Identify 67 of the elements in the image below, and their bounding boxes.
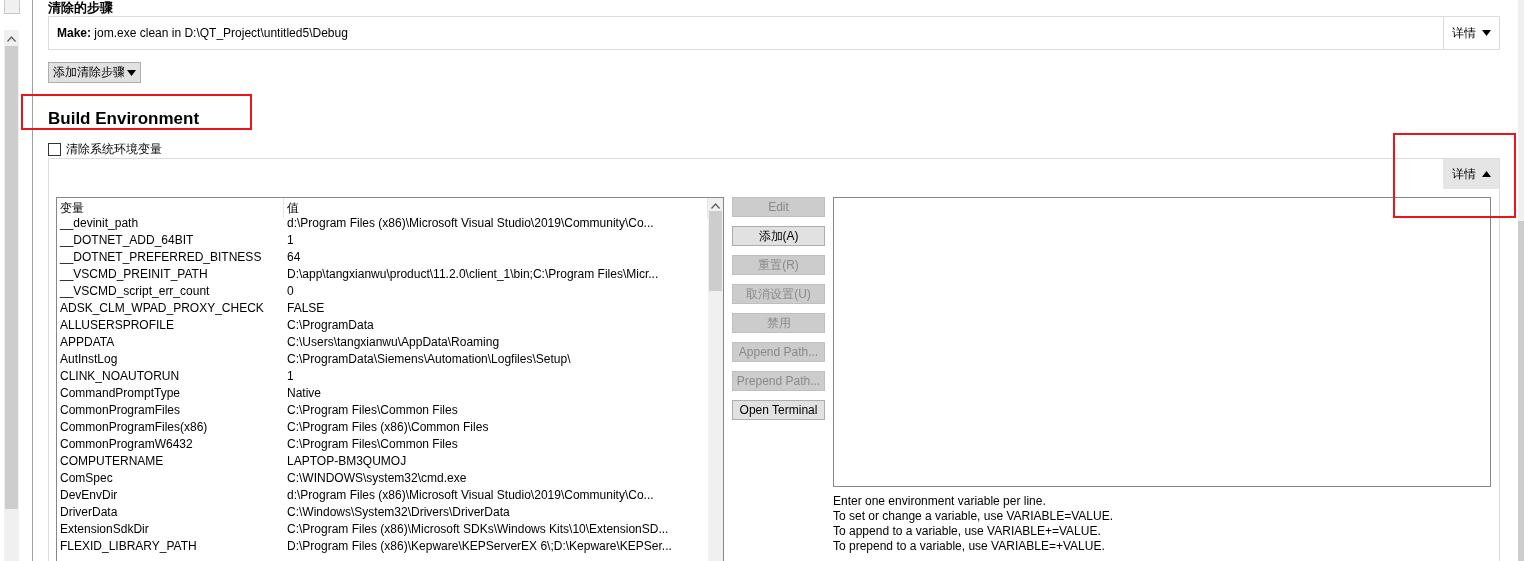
table-cell-text: __devinit_path [59, 215, 140, 232]
column-header[interactable]: 变量 [57, 198, 284, 218]
add-clean-step-button[interactable]: 添加清除步骤 [48, 62, 141, 83]
table-cell-text: CommonProgramFiles(x86) [59, 419, 209, 436]
table-cell-text: __DOTNET_ADD_64BIT [59, 232, 195, 249]
table-cell-text: C:\Program Files\Common Files [286, 402, 459, 419]
table-cell-text: AutInstLog [59, 351, 119, 368]
table-cell-text: C:\Windows\System32\Drivers\DriverData [286, 504, 511, 521]
table-cell-text: ADSK_CLM_WPAD_PROXY_CHECK [59, 300, 265, 317]
table-cell-text: CommonProgramW6432 [59, 436, 194, 453]
table-cell-text: DriverData [59, 504, 119, 521]
table-cell-text: ComSpec [59, 470, 114, 487]
table-cell-text: 1 [286, 368, 295, 385]
scrollbar-thumb[interactable] [1518, 221, 1524, 561]
table-cell-text: __VSCMD_PREINIT_PATH [59, 266, 209, 283]
scrollbar[interactable] [708, 198, 723, 561]
caret-icon [127, 69, 136, 76]
action-button[interactable]: Open Terminal [732, 400, 825, 420]
table-cell-text: Native [286, 385, 322, 402]
caret-icon [1482, 30, 1491, 36]
table-cell-text: ExtensionSdkDir [59, 521, 150, 538]
environment-editor[interactable] [833, 197, 1491, 487]
help-text: Enter one environment variable per line. [833, 494, 1047, 509]
table-cell-text: C:\Program Files (x86)\Common Files [286, 419, 490, 436]
table-cell-text: D:\Program Files (x86)\Kepware\KEPServerEX 6\;D:\Kepware\KEPSer... [286, 538, 673, 555]
caret-icon [1481, 171, 1491, 177]
table-cell-text: __DOTNET_PREFERRED_BITNESS [59, 249, 263, 266]
details-button[interactable]: 详情 [1443, 159, 1499, 189]
scrollbar[interactable] [4, 30, 19, 561]
table-cell-text: 64 [286, 249, 302, 266]
scrollbar[interactable] [1518, 0, 1524, 561]
help-text: To set or change a variable, use VARIABLE=VALUE. [833, 509, 1115, 524]
table-cell-text: C:\Program Files (x86)\Microsoft SDKs\Windows Kits\10\ExtensionSD... [286, 521, 670, 538]
table-cell-text: CLINK_NOAUTORUN [59, 368, 181, 385]
scroll-up-icon[interactable] [711, 203, 720, 209]
table-cell-text: FLEXID_LIBRARY_PATH [59, 538, 198, 555]
table-cell-text: APPDATA [59, 334, 116, 351]
table-cell-text: C:\Program Files\Common Files [286, 436, 459, 453]
help-text: To append to a variable, use VARIABLE+=VALUE. [833, 524, 1102, 539]
table-cell-text: d:\Program Files (x86)\Microsoft Visual Studio\2019\Community\Co... [286, 487, 655, 504]
table-cell-text: __VSCMD_script_err_count [59, 283, 211, 300]
table-cell-text: C:\Users\tangxianwu\AppData\Roaming [286, 334, 501, 351]
table-cell-text: LAPTOP-BM3QUMOJ [286, 453, 408, 470]
table-cell-text: DevEnvDir [59, 487, 119, 504]
scrollbar-thumb[interactable] [709, 211, 722, 291]
table-cell-text: C:\ProgramData\Siemens\Automation\Logfiles\Setup\ [286, 351, 572, 368]
table-cell-text: 0 [286, 283, 295, 300]
table-cell-text: C:\ProgramData [286, 317, 375, 334]
table-cell-text: D:\app\tangxianwu\product\11.2.0\client_1\bin;C:\Program Files\Micr... [286, 266, 660, 283]
help-text: To prepend to a variable, use VARIABLE=+VALUE. [833, 539, 1106, 554]
section-heading: 清除的步骤 [48, 0, 114, 15]
checkbox[interactable] [48, 142, 61, 156]
table-cell-text: CommonProgramFiles [59, 402, 182, 419]
table-cell-text: FALSE [286, 300, 326, 317]
table-cell-text: CommandPromptType [59, 385, 182, 402]
checkbox-label: 清除系统环境变量 [66, 140, 162, 158]
section-title: Build Environment [48, 109, 201, 129]
table-cell-text: 1 [286, 232, 295, 249]
scrollbar-thumb[interactable] [5, 46, 18, 509]
step-summary: Make: jom.exe clean in D:\QT_Project\untitled5\Debug [56, 25, 349, 42]
table-cell-text: ALLUSERSPROFILE [59, 317, 176, 334]
scroll-up-icon[interactable] [7, 36, 16, 42]
action-button[interactable]: 添加(A) [732, 226, 825, 246]
table-cell-text: COMPUTERNAME [59, 453, 165, 470]
panel-toggle[interactable] [4, 0, 20, 14]
table-cell-text: d:\Program Files (x86)\Microsoft Visual Studio\2019\Community\Co... [286, 215, 655, 232]
table-cell-text: C:\WINDOWS\system32\cmd.exe [286, 470, 468, 487]
